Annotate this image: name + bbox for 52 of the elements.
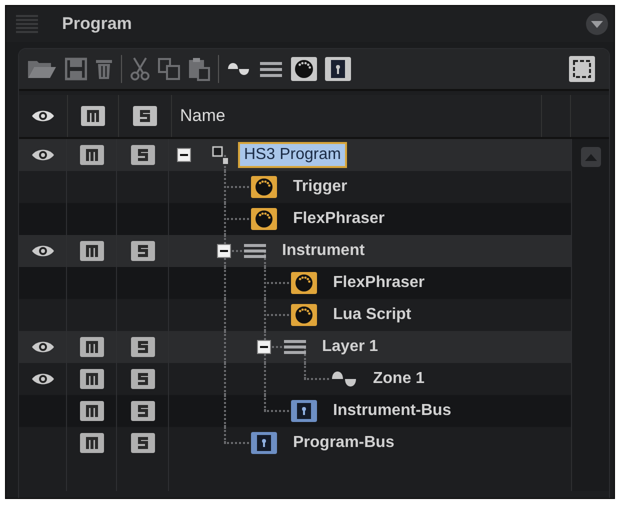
eye-icon[interactable] xyxy=(30,372,54,386)
solo-icon[interactable] xyxy=(130,401,154,421)
mute-icon[interactable] xyxy=(80,241,104,261)
midi-icon[interactable] xyxy=(291,57,317,81)
tree-item[interactable]: Instrument xyxy=(276,238,371,264)
solo-icon xyxy=(133,106,157,126)
midi-icon xyxy=(291,304,317,326)
mute-icon xyxy=(81,106,105,126)
trash-icon[interactable] xyxy=(95,57,113,81)
solo-icon[interactable] xyxy=(130,337,154,357)
tree-item[interactable]: Program-Bus xyxy=(287,430,400,456)
solo-icon[interactable] xyxy=(130,369,154,389)
program-icon xyxy=(212,146,228,164)
lines-icon xyxy=(284,339,306,355)
midi-icon xyxy=(251,208,277,230)
panel-title: Program xyxy=(62,14,133,34)
collapse-toggle[interactable] xyxy=(257,340,271,354)
collapse-toggle[interactable] xyxy=(217,244,231,258)
bus-icon[interactable] xyxy=(325,57,351,81)
tree-item[interactable]: Layer 1 xyxy=(316,334,384,360)
mute-icon[interactable] xyxy=(80,433,104,453)
copy-icon[interactable] xyxy=(158,57,180,81)
solo-icon[interactable] xyxy=(130,433,154,453)
tree-item[interactable]: Zone 1 xyxy=(367,366,431,392)
collapse-toggle[interactable] xyxy=(177,148,191,162)
eye-icon[interactable] xyxy=(30,148,54,162)
save-icon[interactable] xyxy=(65,57,87,81)
eye-icon[interactable] xyxy=(30,244,54,258)
tree-item[interactable]: FlexPhraser xyxy=(327,270,431,296)
solo-icon[interactable] xyxy=(130,241,154,261)
mute-icon[interactable] xyxy=(80,369,104,389)
column-header[interactable]: Name xyxy=(180,106,226,126)
mute-icon[interactable] xyxy=(80,145,104,165)
bus-icon xyxy=(291,400,317,422)
eye-icon xyxy=(31,109,55,123)
lines-icon xyxy=(244,243,266,259)
select-frame-icon[interactable] xyxy=(569,56,595,82)
bus-icon xyxy=(251,432,277,454)
midi-icon xyxy=(251,176,277,198)
paste-icon[interactable] xyxy=(188,57,210,81)
eye-icon[interactable] xyxy=(30,340,54,354)
tree-item[interactable]: Lua Script xyxy=(327,302,418,328)
tree-item[interactable]: FlexPhraser xyxy=(287,206,391,232)
dropdown-button[interactable] xyxy=(586,13,608,35)
mute-icon[interactable] xyxy=(80,337,104,357)
tree-item[interactable]: Instrument-Bus xyxy=(327,398,458,424)
tree-item[interactable]: Trigger xyxy=(287,174,354,200)
cut-icon[interactable] xyxy=(130,57,150,81)
solo-icon[interactable] xyxy=(130,145,154,165)
tree-item[interactable]: HS3 Program xyxy=(238,142,347,168)
midi-icon xyxy=(291,272,317,294)
mute-icon[interactable] xyxy=(80,401,104,421)
